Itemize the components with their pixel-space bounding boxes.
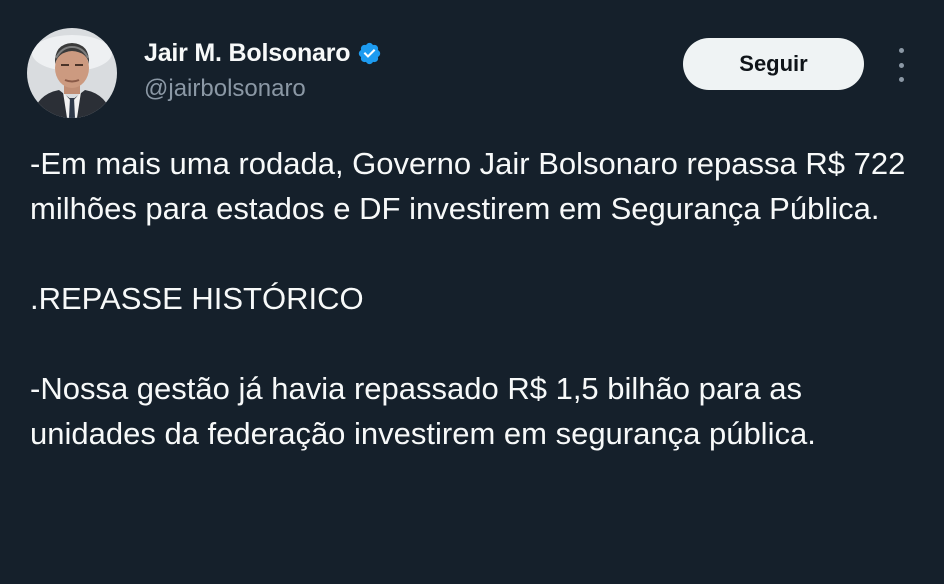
follow-button[interactable]: Seguir [683,38,864,90]
author-display-name[interactable]: Jair M. Bolsonaro [144,39,351,68]
dot [898,77,904,82]
tweet-paragraph: .REPASSE HISTÓRICO [30,281,364,316]
author-handle[interactable]: @jairbolsonaro [144,75,382,103]
dot [898,48,904,53]
dot [898,62,904,68]
tweet-paragraph: -Em mais uma rodada, Governo Jair Bolson… [30,146,906,226]
author-block: Jair M. Bolsonaro @jairbolsonaro [144,36,382,103]
more-options-icon[interactable] [891,48,911,82]
tweet-paragraph: -Nossa gestão já havia repassado R$ 1,5 … [30,371,816,451]
avatar[interactable] [27,28,117,118]
tweet-card: Jair M. Bolsonaro @jairbolsonaro Seguir … [0,0,944,584]
author-name-row: Jair M. Bolsonaro [144,36,382,70]
tweet-text: -Em mais uma rodada, Governo Jair Bolson… [30,141,920,456]
verified-badge-icon[interactable] [357,41,382,66]
